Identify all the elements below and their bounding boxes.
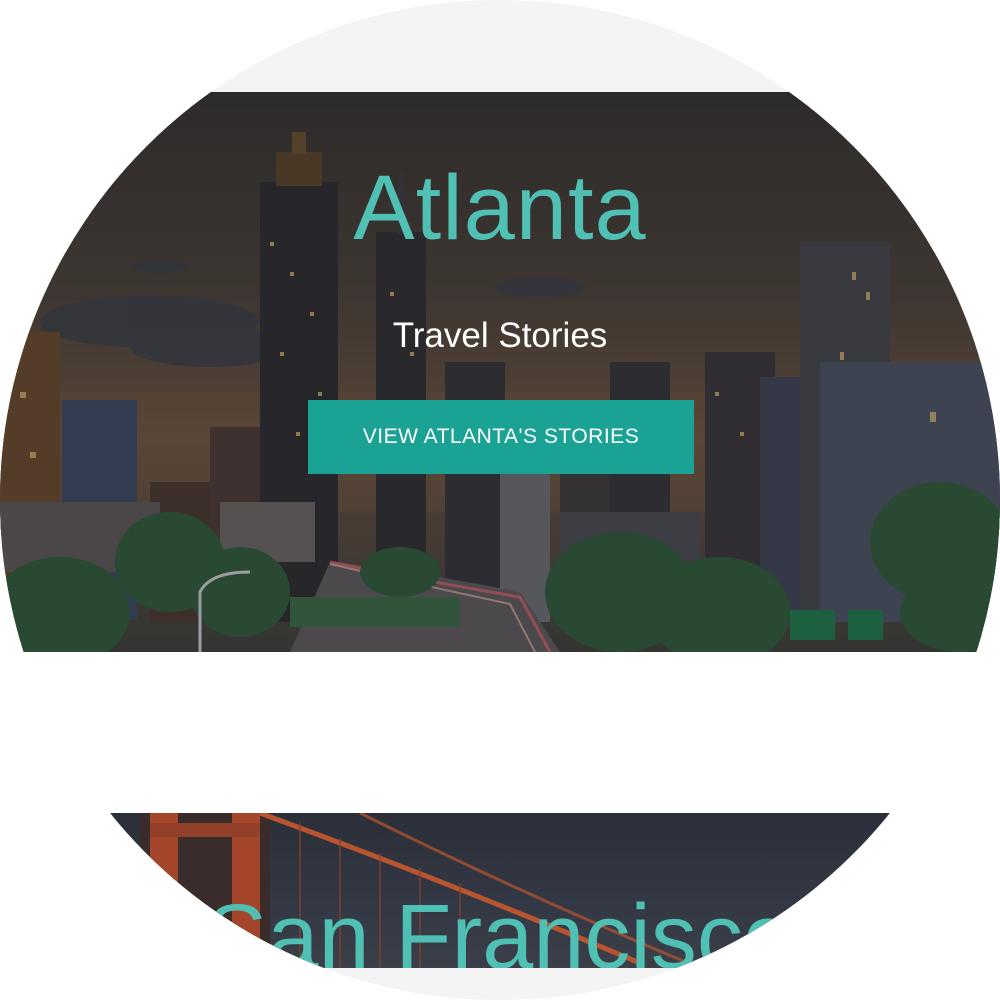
page-viewport: Atlanta Travel Stories VIEW ATLANTA'S ST… xyxy=(0,0,1000,1000)
atlanta-hero-section: Atlanta Travel Stories VIEW ATLANTA'S ST… xyxy=(0,92,1000,652)
san-francisco-hero-section: San Francisco xyxy=(0,813,1000,968)
section-spacer xyxy=(0,652,1000,813)
view-atlanta-stories-button[interactable]: VIEW ATLANTA'S STORIES xyxy=(308,400,694,474)
city-title: Atlanta xyxy=(353,157,647,259)
city-title: San Francisco xyxy=(205,886,795,968)
city-subtitle: Travel Stories xyxy=(392,316,608,355)
